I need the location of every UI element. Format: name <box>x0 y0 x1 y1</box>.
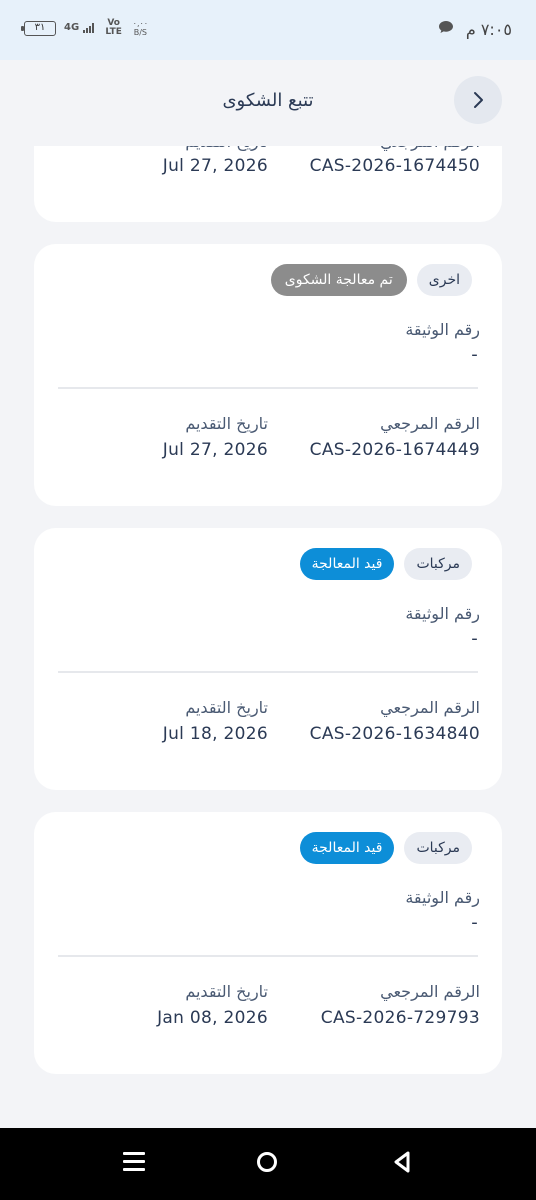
divider <box>58 387 478 389</box>
document-label: رقم الوثيقة <box>405 888 480 907</box>
complaint-card[interactable]: اخرى تم معالجة الشكوى رقم الوثيقة - الرق… <box>34 244 502 506</box>
document-value: - <box>471 344 478 365</box>
document-label: رقم الوثيقة <box>405 320 480 339</box>
volte-label: Vo LTE <box>105 18 122 37</box>
chat-bubble-icon <box>439 21 453 33</box>
reference-value: CAS-2026-1634840 <box>309 724 480 744</box>
divider <box>58 671 478 673</box>
date-value: Jul 27, 2026 <box>162 440 268 460</box>
category-chip: اخرى <box>416 264 472 296</box>
menu-icon[interactable] <box>123 1152 145 1172</box>
reference-value: CAS-2026-1674449 <box>309 440 480 460</box>
net-speed-unit: B/S <box>133 28 147 37</box>
reference-label: الرقم المرجعي <box>380 414 480 433</box>
reference-label: الرقم المرجعي <box>380 698 480 717</box>
volte-icon: Vo LTE <box>103 19 125 37</box>
document-value: - <box>471 628 478 649</box>
system-nav-bar <box>0 1128 536 1200</box>
reference-label: الرقم المرجعي <box>380 982 480 1001</box>
date-value: Jul 27, 2026 <box>162 156 268 176</box>
category-chip: مركبات <box>404 548 472 580</box>
status-left-icons: ٣١ 4G Vo LTE ٠,٠٠ B/S <box>21 19 148 37</box>
document-label: رقم الوثيقة <box>405 604 480 623</box>
signal-icon: 4G <box>64 23 95 33</box>
status-badge: قيد المعالجة <box>299 832 395 864</box>
net-speed-value: ٠,٠٠ <box>132 19 149 28</box>
reference-value: CAS-2026-1674450 <box>309 156 480 176</box>
complaint-card[interactable]: مركبات قيد المعالجة رقم الوثيقة - الرقم … <box>34 812 502 1074</box>
signal-label: 4G <box>64 22 80 33</box>
card-chips: مركبات قيد المعالجة <box>299 548 472 580</box>
card-chips: مركبات قيد المعالجة <box>299 832 472 864</box>
circle-home-icon[interactable] <box>257 1152 277 1172</box>
back-button[interactable] <box>454 76 502 124</box>
document-value: - <box>471 912 478 933</box>
status-time: ٧:٠٥ م <box>465 20 512 39</box>
divider <box>58 955 478 957</box>
chevron-right-icon <box>474 92 483 108</box>
battery-icon: ٣١ <box>21 20 56 36</box>
date-value: Jan 08, 2026 <box>157 1008 268 1028</box>
date-label: تاريخ التقديم <box>185 982 268 1001</box>
date-label: تاريخ التقديم <box>185 698 268 717</box>
app-header: تتبع الشكوى <box>0 60 536 146</box>
status-badge: قيد المعالجة <box>299 548 395 580</box>
date-label: تاريخ التقديم <box>185 414 268 433</box>
triangle-back-icon[interactable] <box>392 1150 412 1174</box>
date-value: Jul 18, 2026 <box>162 724 268 744</box>
card-chips: اخرى تم معالجة الشكوى <box>270 264 472 296</box>
reference-value: CAS-2026-729793 <box>320 1008 480 1028</box>
complaint-card[interactable]: مركبات قيد المعالجة رقم الوثيقة - الرقم … <box>34 528 502 790</box>
status-bar: ٣١ 4G Vo LTE ٠,٠٠ B/S ٧:٠٥ م <box>0 0 536 60</box>
status-badge: تم معالجة الشكوى <box>270 264 407 296</box>
net-speed: ٠,٠٠ B/S <box>133 19 148 37</box>
battery-level: ٣١ <box>34 21 46 33</box>
category-chip: مركبات <box>404 832 472 864</box>
